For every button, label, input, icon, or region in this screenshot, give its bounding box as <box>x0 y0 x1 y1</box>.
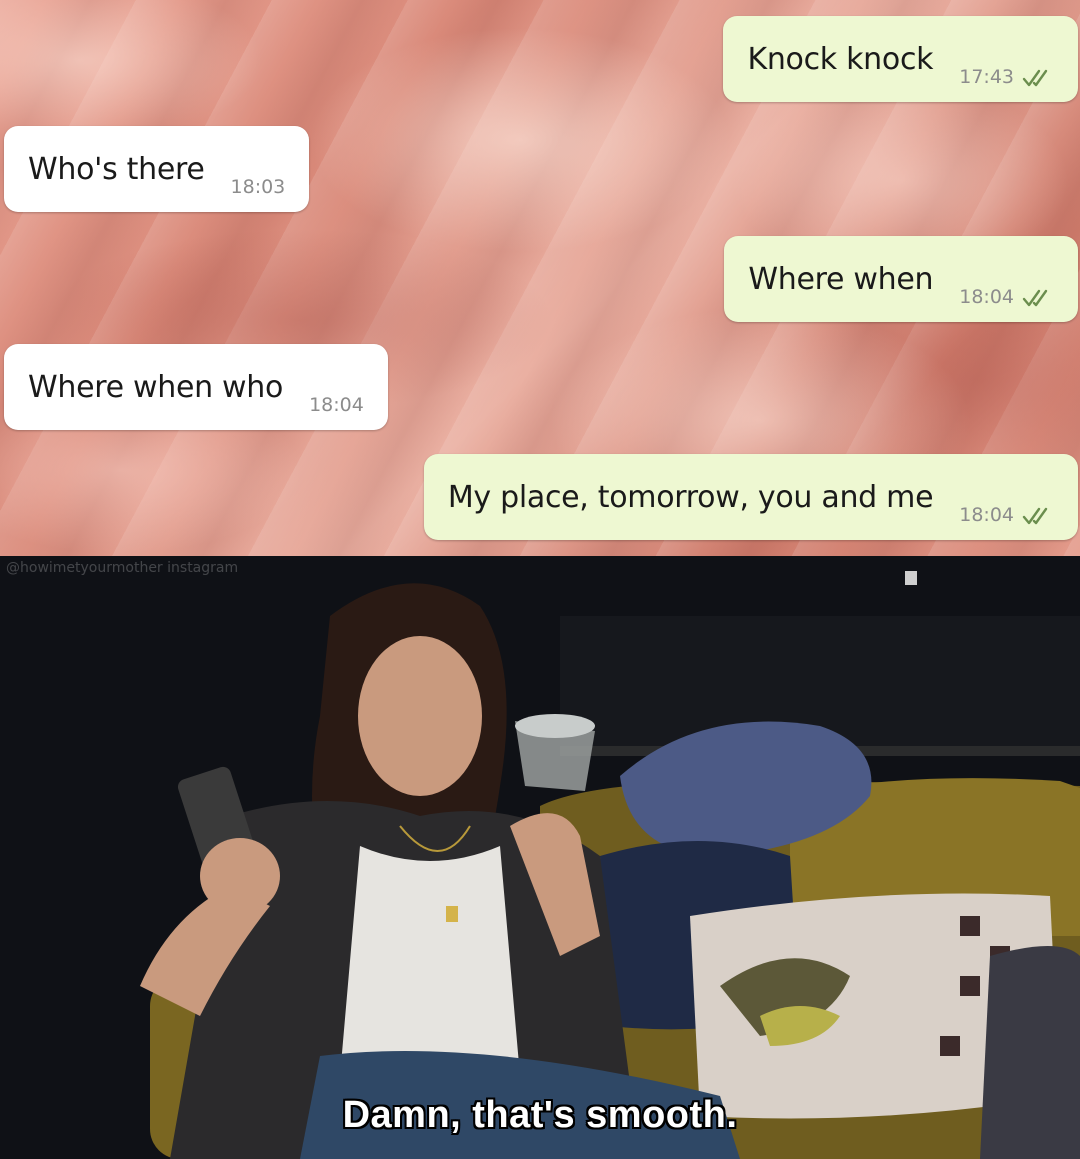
chat-panel: Knock knock 17:43 Who's there 18:03 Wher… <box>0 0 1080 556</box>
message-bubble-incoming[interactable]: Where when who 18:04 <box>4 344 388 430</box>
message-text: Who's there <box>28 151 205 187</box>
message-time: 18:04 <box>959 504 1014 526</box>
message-text: My place, tomorrow, you and me <box>447 479 934 515</box>
message-bubble-incoming[interactable]: Who's there 18:03 <box>4 126 310 212</box>
message-time: 18:03 <box>230 176 286 198</box>
message-text: Where when <box>748 261 934 297</box>
subtitle-caption: Damn, that's smooth. <box>342 1094 738 1136</box>
double-check-icon <box>1022 68 1054 88</box>
message-time: 17:43 <box>959 66 1014 88</box>
message-time: 18:04 <box>309 394 364 416</box>
message-bubble-outgoing[interactable]: Knock knock 17:43 <box>723 16 1078 102</box>
double-check-icon <box>1022 288 1054 308</box>
message-bubble-outgoing[interactable]: My place, tomorrow, you and me 18:04 <box>423 454 1078 540</box>
double-check-icon <box>1022 506 1054 526</box>
watermark: @howimetyourmother instagram <box>6 560 239 576</box>
meme-screenshot: Knock knock 17:43 Who's there 18:03 Wher… <box>0 0 1080 1159</box>
message-text: Where when who <box>28 369 284 405</box>
message-time: 18:04 <box>959 286 1014 308</box>
scene-illustration <box>0 556 1080 1159</box>
tv-scene-panel: @howimetyourmother instagram Damn, that'… <box>0 556 1080 1159</box>
message-text: Knock knock <box>747 41 934 77</box>
message-bubble-outgoing[interactable]: Where when 18:04 <box>724 236 1078 322</box>
